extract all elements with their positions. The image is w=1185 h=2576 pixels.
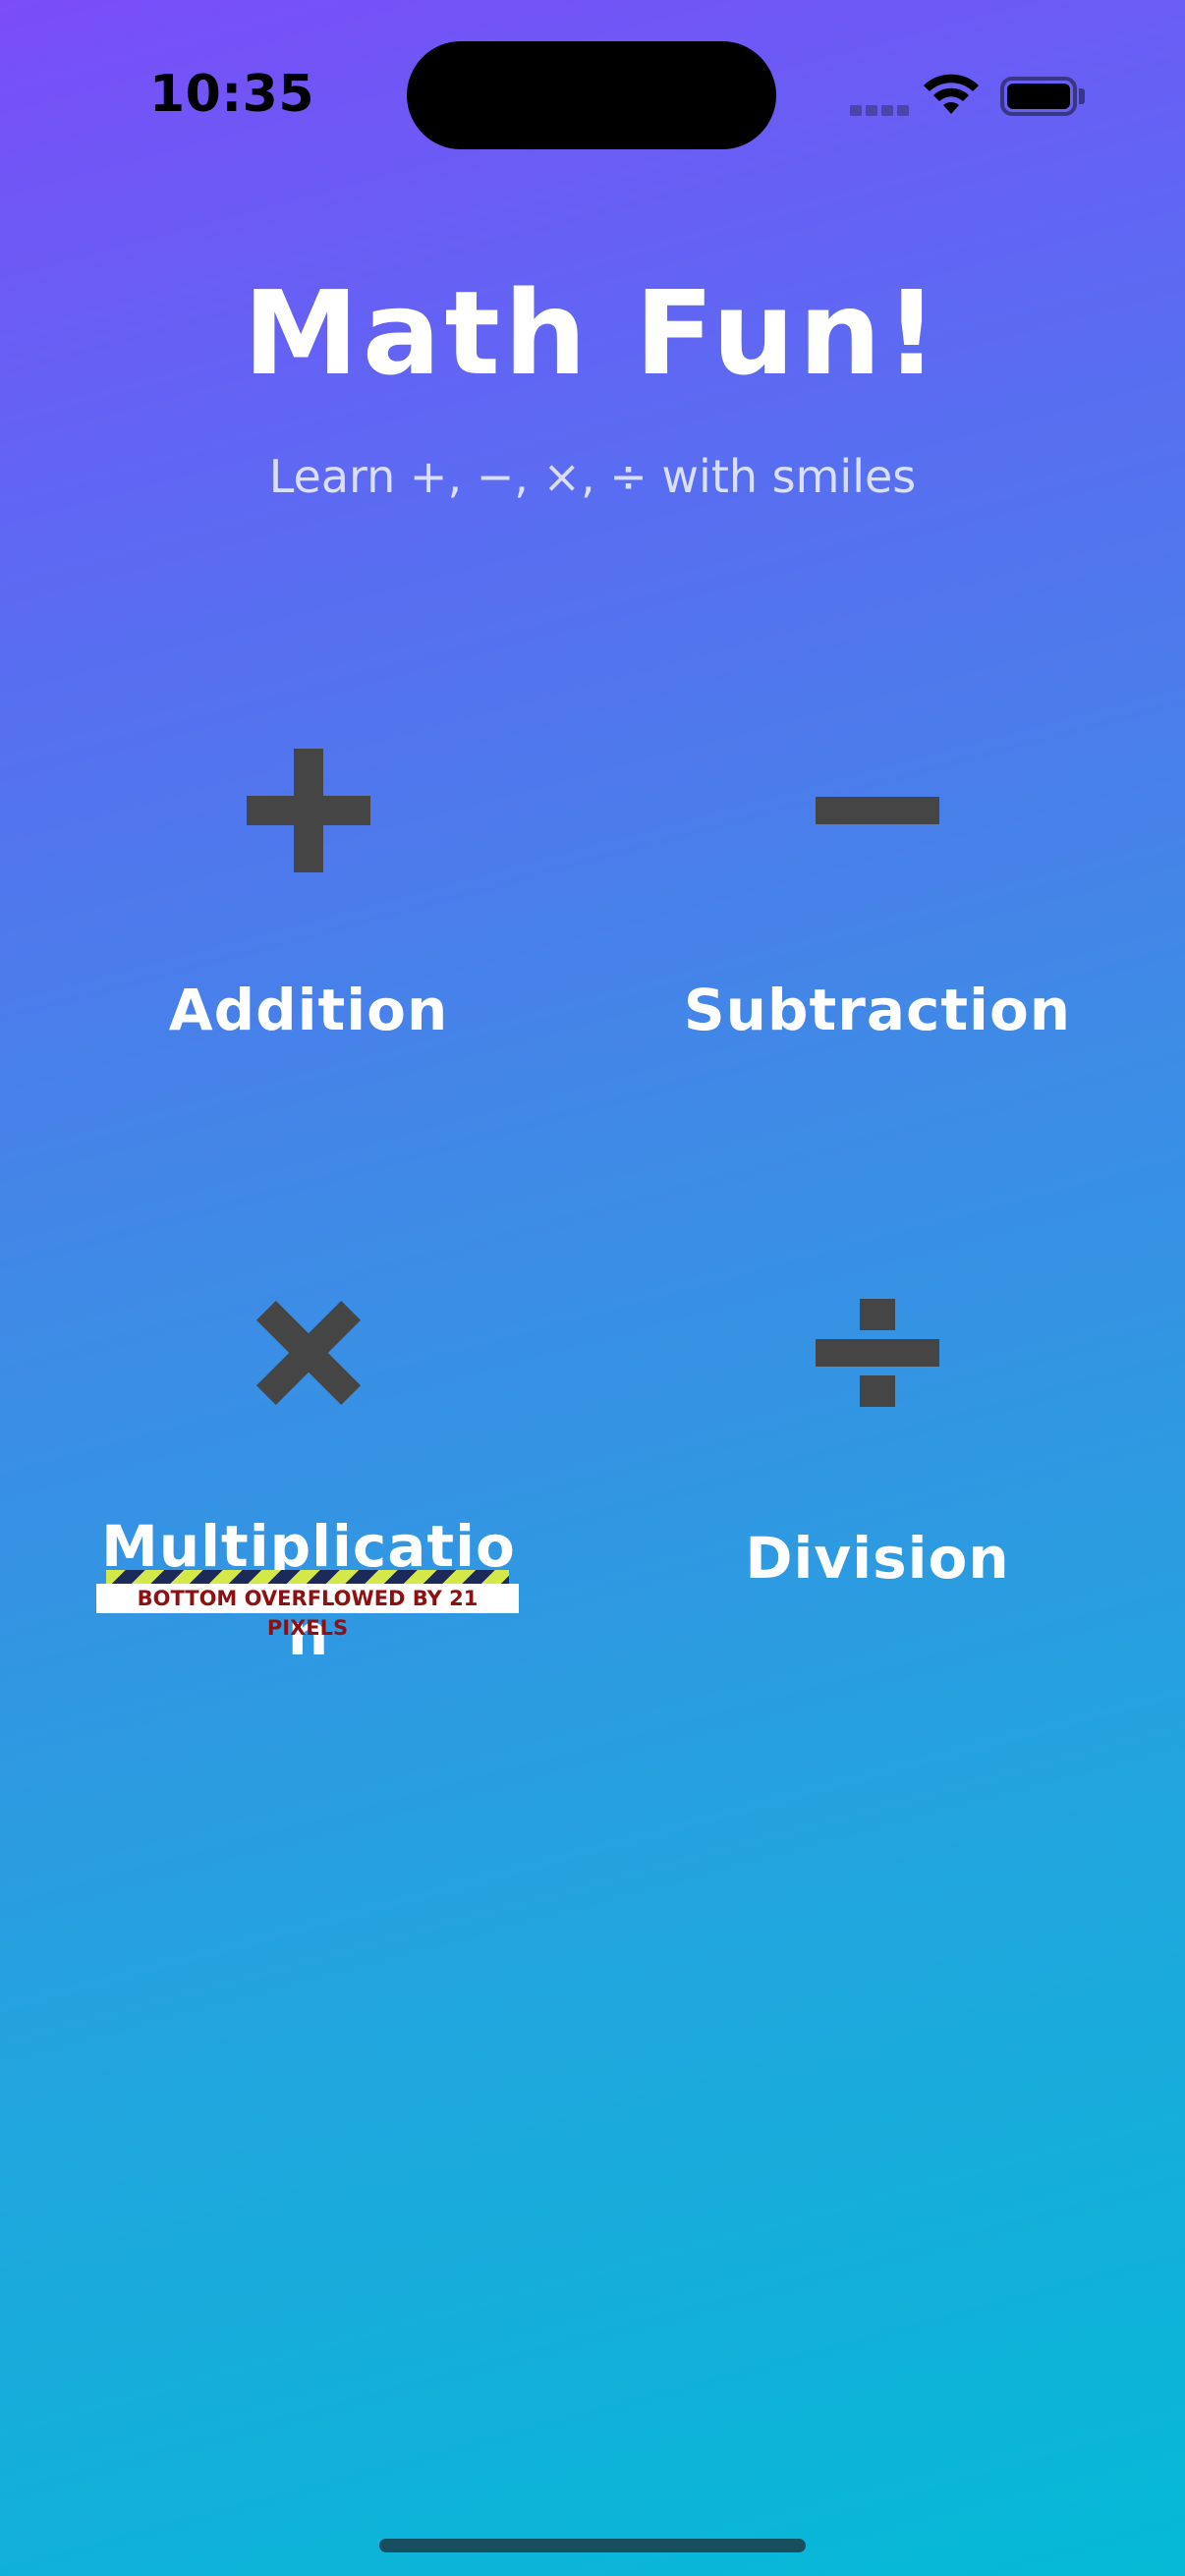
minus-icon <box>622 747 1133 874</box>
subtraction-label: Subtraction <box>683 977 1072 1043</box>
addition-label: Addition <box>168 977 449 1043</box>
page-title: Math Fun! <box>243 265 942 401</box>
overflow-warning-text: BOTTOM OVERFLOWED BY 21 PIXELS <box>96 1584 519 1640</box>
wifi-icon <box>924 74 979 114</box>
addition-card[interactable]: Addition <box>53 747 564 1120</box>
overflow-warning: BOTTOM OVERFLOWED BY 21 PIXELS <box>96 1570 519 1640</box>
subtraction-card[interactable]: Subtraction <box>622 747 1133 1120</box>
status-bar: 10:35 <box>0 0 1185 187</box>
division-card[interactable]: Division <box>622 1289 1133 1662</box>
page-subtitle: Learn +, −, ×, ÷ with smiles <box>268 450 917 503</box>
plus-icon <box>53 747 564 874</box>
division-label: Division <box>745 1525 1010 1592</box>
times-icon <box>53 1289 564 1417</box>
divide-icon <box>622 1289 1133 1417</box>
status-time: 10:35 <box>149 65 315 124</box>
status-icons <box>845 69 1091 118</box>
battery-icon <box>1000 77 1077 116</box>
home-indicator[interactable] <box>379 2539 806 2552</box>
cellular-signal-icon <box>850 105 909 117</box>
dynamic-island <box>407 41 776 149</box>
